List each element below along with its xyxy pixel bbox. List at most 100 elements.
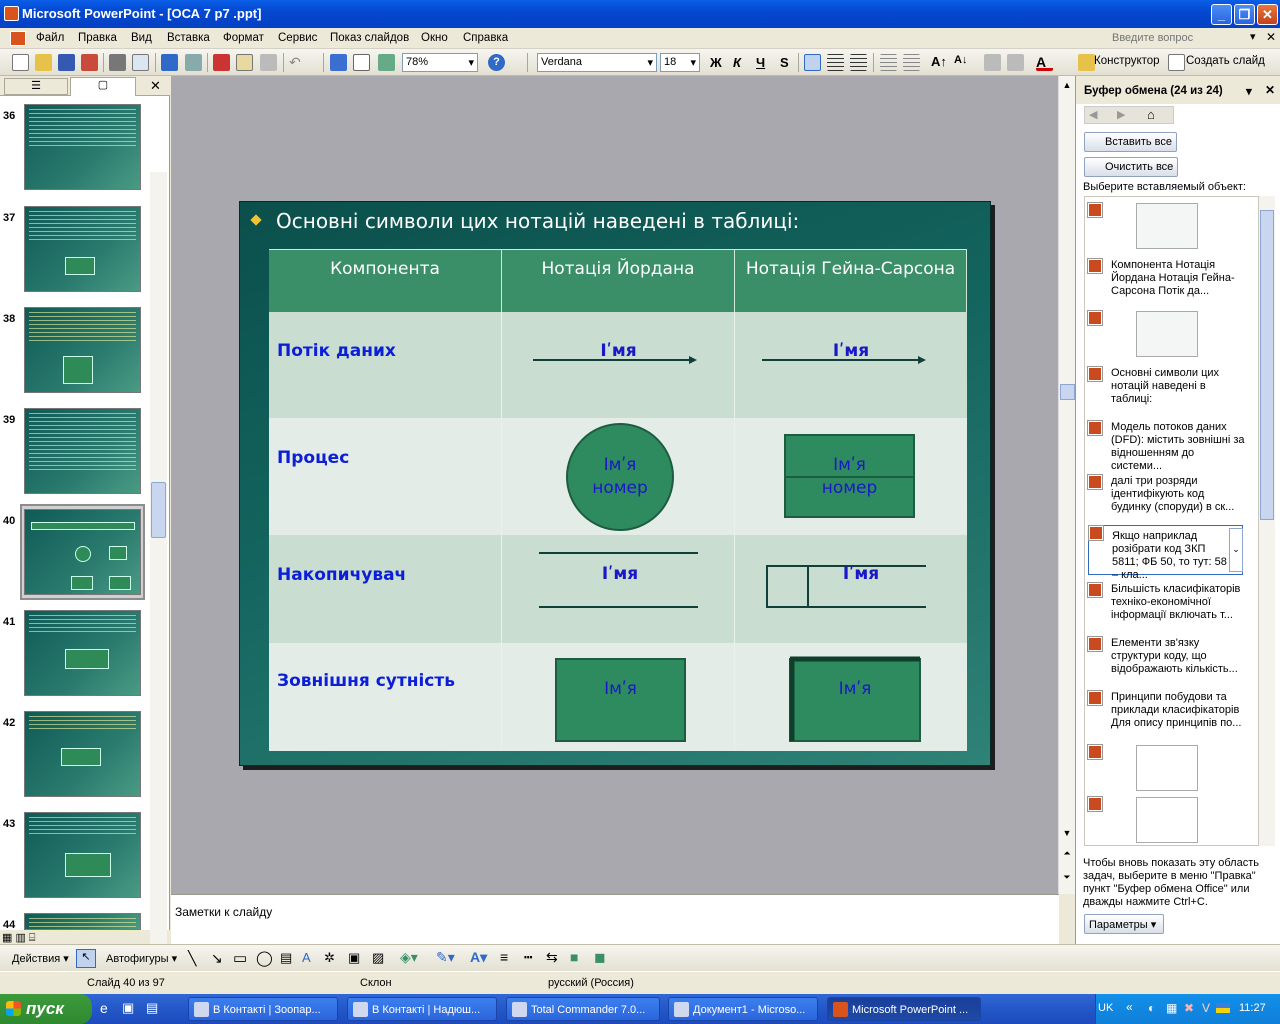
scroll-down-icon[interactable]: ▼ (1060, 828, 1074, 842)
slide-thumbnail[interactable] (24, 711, 141, 797)
clear-all-button[interactable]: Очистить все (1084, 157, 1179, 177)
notes-area[interactable]: Заметки к слайду (171, 894, 1059, 944)
slide-thumbnail[interactable] (24, 206, 141, 292)
canvas-scroll-thumb[interactable] (1060, 384, 1075, 400)
view-buttons[interactable]: ▦ ▥ ⌸ (2, 931, 62, 945)
menu-view[interactable]: Вид (131, 32, 152, 44)
menu-edit[interactable]: Правка (78, 32, 117, 44)
notation-table[interactable]: Компонента Нотація Йордана Нотація Гейна… (269, 249, 967, 751)
new-icon[interactable] (12, 54, 29, 71)
tab-outline[interactable]: ☰ (4, 78, 68, 95)
ie-icon[interactable]: e (100, 1000, 108, 1016)
new-slide-button[interactable]: Создать слайд (1186, 55, 1265, 67)
item-dropdown-icon[interactable]: ⌄ (1229, 528, 1243, 572)
decrease-font-icon[interactable]: A↓ (954, 54, 971, 71)
format-painter-icon[interactable] (260, 54, 277, 71)
autoshapes-menu[interactable]: Автофигуры ▾ (106, 952, 177, 965)
bullets-icon[interactable] (903, 54, 920, 71)
dropdown-arrow-icon[interactable]: ▾ (1250, 30, 1256, 43)
clipboard-scrollbar[interactable] (1259, 196, 1275, 846)
arrow-icon[interactable]: ↘ (211, 950, 223, 967)
permission-icon[interactable] (81, 54, 98, 71)
quicklaunch-icon[interactable]: ▣ (122, 1000, 134, 1016)
slide-thumbnail[interactable] (24, 812, 141, 898)
undo-icon[interactable]: ↶ (289, 54, 306, 71)
canvas-scrollbar[interactable]: ▲ ▼ ⏶ ⏷ (1058, 76, 1075, 894)
shadow-button[interactable]: S (780, 55, 789, 70)
open-icon[interactable] (35, 54, 52, 71)
save-icon[interactable] (58, 54, 75, 71)
clipboard-item[interactable] (1088, 797, 1243, 843)
menu-window[interactable]: Окно (421, 32, 448, 44)
slide-thumbnail-selected[interactable] (24, 509, 141, 595)
rectangle-icon[interactable]: ▭ (233, 949, 247, 967)
menu-help[interactable]: Справка (463, 32, 508, 44)
slide-thumbnail[interactable] (24, 610, 141, 696)
spelling-icon[interactable] (161, 54, 178, 71)
tray-expand-icon[interactable]: « (1126, 1000, 1133, 1014)
font-color-icon[interactable]: A (1036, 54, 1053, 71)
scrollbar-thumb[interactable] (151, 482, 166, 538)
notes-placeholder[interactable]: Заметки к слайду (175, 905, 272, 919)
taskbar-item[interactable]: В Контакті | Надюш... (347, 997, 497, 1021)
paste-all-button[interactable]: Вставить все (1084, 132, 1178, 152)
clipboard-item[interactable] (1088, 745, 1243, 791)
home-icon[interactable]: ⌂ (1147, 107, 1155, 122)
line-icon[interactable]: ╲ (188, 950, 196, 967)
clipboard-item[interactable] (1088, 311, 1243, 361)
clipboard-item[interactable] (1088, 203, 1243, 253)
wordart-icon[interactable]: A (302, 950, 311, 965)
print-icon[interactable] (109, 54, 126, 71)
insert-table-icon[interactable] (353, 54, 370, 71)
bold-button[interactable]: Ж (710, 55, 722, 70)
oval-icon[interactable]: ◯ (256, 949, 273, 967)
align-center-icon[interactable] (827, 54, 844, 71)
close-pane-icon[interactable]: ✕ (150, 78, 161, 94)
slides-scrollbar[interactable] (150, 172, 167, 1006)
slide-thumbnail[interactable] (24, 104, 141, 190)
tab-slides[interactable]: ▢ (70, 77, 136, 96)
taskbar-item[interactable]: Документ1 - Microso... (668, 997, 818, 1021)
insert-chart-icon[interactable] (330, 54, 347, 71)
copy-icon[interactable] (236, 54, 253, 71)
slide-thumbnail[interactable] (24, 307, 141, 393)
prev-slide-icon[interactable]: ⏶ (1060, 848, 1074, 862)
shadow-style-icon[interactable]: ■ (570, 949, 578, 965)
keyboard-language[interactable]: UK (1098, 1002, 1113, 1014)
taskbar-item[interactable]: В Контакті | Зоопар... (188, 997, 338, 1021)
close-button[interactable]: ✕ (1257, 4, 1278, 25)
print-preview-icon[interactable] (132, 54, 149, 71)
increase-indent-icon[interactable] (1007, 54, 1024, 71)
italic-button[interactable]: К (733, 55, 741, 70)
menu-slideshow[interactable]: Показ слайдов (330, 32, 409, 44)
underline-button[interactable]: Ч (756, 55, 765, 70)
help-icon[interactable]: ? (488, 54, 505, 71)
options-button[interactable]: Параметры ▾ (1084, 914, 1164, 934)
pane-close-icon[interactable]: ✕ (1265, 83, 1275, 97)
font-size-select[interactable]: 18 ▾ (660, 53, 700, 72)
textbox-icon[interactable]: ▤ (280, 950, 292, 966)
font-select[interactable]: Verdana ▾ (537, 53, 657, 72)
close-document-icon[interactable]: ✕ (1266, 30, 1276, 44)
align-left-icon[interactable] (804, 54, 821, 71)
designer-button[interactable]: Конструктор (1094, 55, 1160, 67)
minimize-button[interactable]: _ (1211, 4, 1232, 25)
maximize-button[interactable]: ❐ (1234, 4, 1255, 25)
tray-icon[interactable]: ▦ (1166, 1001, 1177, 1015)
numbering-icon[interactable] (880, 54, 897, 71)
arrow-style-icon[interactable]: ⇆ (546, 949, 558, 966)
menu-format[interactable]: Формат (223, 32, 264, 44)
document-icon[interactable] (10, 31, 26, 46)
zoom-select[interactable]: 78% ▾ (402, 53, 478, 72)
forward-icon[interactable]: ▶ (1117, 108, 1125, 121)
slide-thumbnail[interactable] (24, 913, 141, 932)
scroll-up-icon[interactable]: ▲ (1060, 80, 1074, 94)
line-color-icon[interactable]: ✎▾ (436, 949, 455, 966)
menu-tools[interactable]: Сервис (278, 32, 317, 44)
tray-icon[interactable]: ◐ (1148, 1001, 1155, 1015)
3d-style-icon[interactable]: ◼ (594, 949, 606, 966)
help-search-input[interactable] (1112, 30, 1252, 46)
picture-icon[interactable]: ▨ (372, 950, 384, 966)
decrease-indent-icon[interactable] (984, 54, 1001, 71)
actions-menu[interactable]: Действия ▾ (12, 952, 69, 965)
